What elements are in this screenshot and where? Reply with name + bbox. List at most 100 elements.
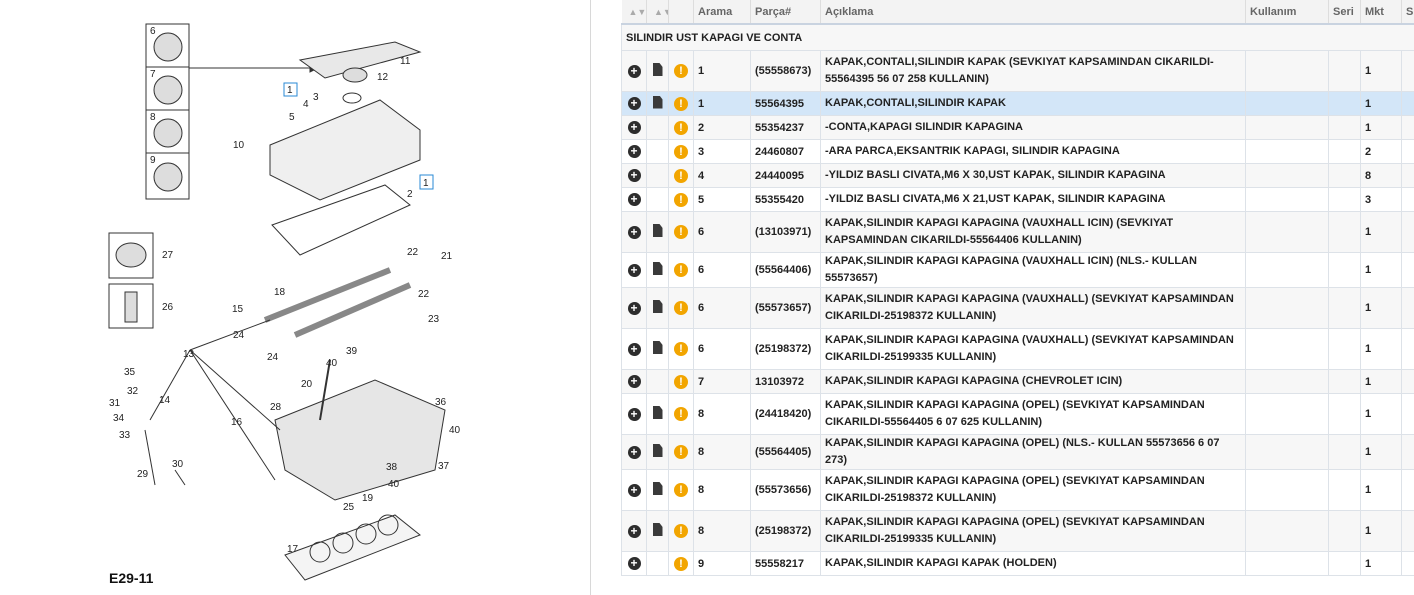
- warn-cell[interactable]: !: [668, 50, 694, 92]
- warning-icon[interactable]: !: [674, 263, 688, 277]
- warning-icon[interactable]: !: [674, 342, 688, 356]
- plus-circle-icon[interactable]: +: [627, 193, 641, 206]
- add-cell[interactable]: +: [621, 328, 647, 370]
- column-aciklama[interactable]: Açıklama: [820, 0, 1246, 25]
- column-s[interactable]: S: [1401, 0, 1414, 25]
- add-cell[interactable]: +: [621, 434, 647, 470]
- document-icon[interactable]: [652, 300, 663, 313]
- doc-cell[interactable]: [646, 50, 669, 92]
- table-row[interactable]: +! 8 (55573656) KAPAK,SILINDIR KAPAGI KAPAG…: [621, 469, 1414, 511]
- warn-cell[interactable]: !: [668, 393, 694, 435]
- callout-1-box[interactable]: 1: [287, 85, 293, 96]
- plus-circle-icon[interactable]: +: [627, 64, 641, 78]
- document-icon[interactable]: [652, 523, 663, 536]
- warn-cell[interactable]: !: [668, 369, 694, 394]
- add-cell[interactable]: +: [621, 369, 647, 394]
- plus-circle-icon[interactable]: +: [627, 445, 641, 459]
- add-cell[interactable]: +: [621, 187, 647, 212]
- warn-cell[interactable]: !: [668, 211, 694, 253]
- plus-circle-icon[interactable]: +: [627, 557, 641, 570]
- warn-cell[interactable]: !: [668, 287, 694, 329]
- warn-cell[interactable]: !: [668, 115, 694, 140]
- doc-cell[interactable]: [646, 469, 669, 511]
- add-cell[interactable]: +: [621, 211, 647, 253]
- warning-icon[interactable]: !: [674, 556, 688, 571]
- warning-icon[interactable]: !: [674, 483, 688, 497]
- warning-icon[interactable]: !: [674, 225, 688, 239]
- doc-cell[interactable]: [646, 252, 669, 288]
- warn-cell[interactable]: !: [668, 434, 694, 470]
- document-icon[interactable]: [652, 444, 663, 457]
- document-icon[interactable]: [652, 63, 663, 76]
- warning-icon[interactable]: !: [674, 120, 688, 135]
- table-row[interactable]: +! 5 55355420 -YILDIZ BASLI CIVATA,M6 X 21,…: [621, 187, 1414, 212]
- document-icon[interactable]: [652, 224, 663, 237]
- plus-circle-icon[interactable]: +: [627, 225, 641, 239]
- doc-cell[interactable]: [646, 328, 669, 370]
- doc-cell[interactable]: [646, 211, 669, 253]
- warning-icon[interactable]: !: [674, 192, 688, 207]
- add-cell[interactable]: +: [621, 252, 647, 288]
- column-kullanim[interactable]: Kullanım: [1245, 0, 1329, 25]
- warn-cell[interactable]: !: [668, 328, 694, 370]
- table-row[interactable]: +! 6 (13103971) KAPAK,SILINDIR KAPAGI KAPAG…: [621, 211, 1414, 253]
- plus-circle-icon[interactable]: +: [627, 483, 641, 497]
- table-row[interactable]: +! 7 13103972 KAPAK,SILINDIR KAPAGI KAPAGIN…: [621, 369, 1414, 394]
- warning-icon[interactable]: !: [674, 301, 688, 315]
- column-arama[interactable]: Arama: [693, 0, 751, 25]
- document-icon[interactable]: [652, 341, 663, 354]
- document-icon[interactable]: [652, 95, 663, 109]
- table-row[interactable]: +! 6 (25198372) KAPAK,SILINDIR KAPAGI KAPAG…: [621, 328, 1414, 370]
- plus-circle-icon[interactable]: +: [627, 407, 641, 421]
- sort-header-add[interactable]: ▲▼: [621, 0, 647, 25]
- warning-icon[interactable]: !: [674, 524, 688, 538]
- table-row[interactable]: +! 2 55354237 -CONTA,KAPAGI SILINDIR KAPAGI…: [621, 115, 1414, 140]
- table-row[interactable]: +! 1 (55558673) KAPAK,CONTALI,SILINDIR KAPA…: [621, 50, 1414, 92]
- table-row[interactable]: +! 4 24440095 -YILDIZ BASLI CIVATA,M6 X 30,…: [621, 163, 1414, 188]
- callout-1-box-b[interactable]: 1: [423, 178, 429, 189]
- table-row[interactable]: +! 3 24460807 -ARA PARCA,EKSANTRIK KAPAGI, …: [621, 139, 1414, 164]
- add-cell[interactable]: +: [621, 91, 647, 116]
- warning-icon[interactable]: !: [674, 445, 688, 459]
- doc-cell[interactable]: [646, 287, 669, 329]
- doc-cell[interactable]: [646, 434, 669, 470]
- column-seri[interactable]: Seri: [1328, 0, 1361, 25]
- add-cell[interactable]: +: [621, 139, 647, 164]
- warn-cell[interactable]: !: [668, 551, 694, 576]
- warning-icon[interactable]: !: [674, 96, 688, 111]
- plus-circle-icon[interactable]: +: [627, 169, 641, 182]
- plus-circle-icon[interactable]: +: [627, 342, 641, 356]
- add-cell[interactable]: +: [621, 551, 647, 576]
- column-parca[interactable]: Parça#: [750, 0, 821, 25]
- plus-circle-icon[interactable]: +: [627, 375, 641, 388]
- table-row[interactable]: +! 9 55558217 KAPAK,SILINDIR KAPAGI KAPAK (…: [621, 551, 1414, 576]
- warning-icon[interactable]: !: [674, 374, 688, 389]
- document-icon[interactable]: [652, 482, 663, 495]
- warn-cell[interactable]: !: [668, 163, 694, 188]
- warn-cell[interactable]: !: [668, 469, 694, 511]
- warn-cell[interactable]: !: [668, 139, 694, 164]
- add-cell[interactable]: +: [621, 115, 647, 140]
- add-cell[interactable]: +: [621, 287, 647, 329]
- add-cell[interactable]: +: [621, 393, 647, 435]
- warn-cell[interactable]: !: [668, 510, 694, 552]
- warn-cell[interactable]: !: [668, 187, 694, 212]
- plus-circle-icon[interactable]: +: [627, 524, 641, 538]
- plus-circle-icon[interactable]: +: [627, 145, 641, 158]
- table-row[interactable]: +! 8 (24418420) KAPAK,SILINDIR KAPAGI KAPAG…: [621, 393, 1414, 435]
- add-cell[interactable]: +: [621, 469, 647, 511]
- doc-cell[interactable]: [646, 393, 669, 435]
- warning-icon[interactable]: !: [674, 64, 688, 78]
- table-row[interactable]: +! 8 (25198372) KAPAK,SILINDIR KAPAGI KAPAG…: [621, 510, 1414, 552]
- table-row[interactable]: +! 8 (55564405) KAPAK,SILINDIR KAPAGI KAPAG…: [621, 434, 1414, 470]
- plus-circle-icon[interactable]: +: [627, 263, 641, 277]
- sort-header-warn[interactable]: [668, 0, 694, 25]
- warning-icon[interactable]: !: [674, 407, 688, 421]
- doc-cell[interactable]: [646, 91, 669, 116]
- warn-cell[interactable]: !: [668, 252, 694, 288]
- document-icon[interactable]: [652, 262, 663, 275]
- add-cell[interactable]: +: [621, 163, 647, 188]
- plus-circle-icon[interactable]: +: [627, 97, 641, 110]
- document-icon[interactable]: [652, 406, 663, 419]
- column-mkt[interactable]: Mkt: [1360, 0, 1402, 25]
